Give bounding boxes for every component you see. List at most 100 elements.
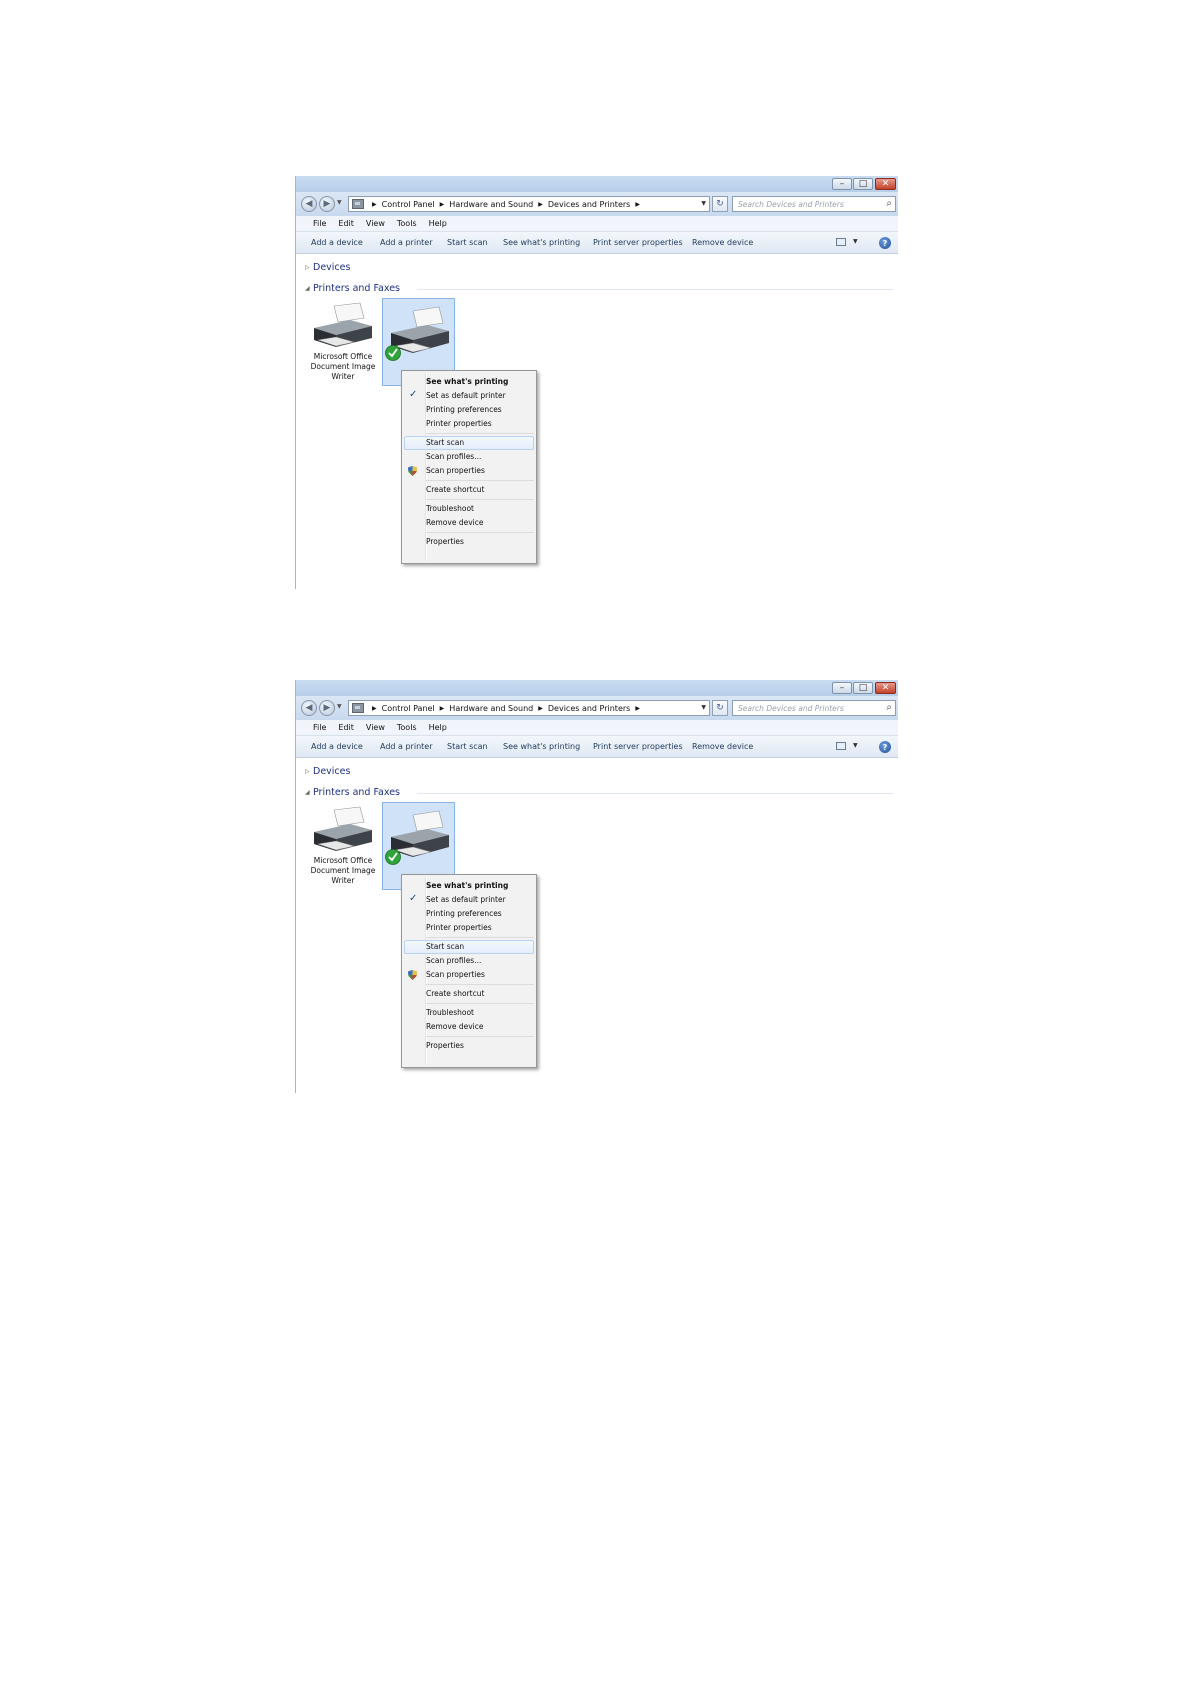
view-options-dropdown[interactable]: ▼ <box>853 238 858 245</box>
device-document-image-writer[interactable]: Microsoft Office Document Image Writer <box>306 302 380 382</box>
refresh-button[interactable]: ↻ <box>712 196 728 212</box>
menu-item-scan-profiles[interactable]: Scan profiles... <box>404 450 534 464</box>
menu-item-printer-properties[interactable]: Printer properties <box>404 921 534 935</box>
menu-item-properties[interactable]: Properties <box>404 535 534 549</box>
menu-item-printing-preferences[interactable]: Printing preferences <box>404 907 534 921</box>
maximize-button[interactable]: □ <box>853 178 873 190</box>
address-dropdown[interactable]: ▼ <box>701 704 706 711</box>
chevron-right-icon[interactable]: ▶ <box>440 201 445 208</box>
recent-pages-dropdown[interactable]: ▼ <box>337 703 342 710</box>
menu-help[interactable]: Help <box>423 219 453 228</box>
menu-item-scan-properties[interactable]: Scan properties <box>404 968 534 982</box>
search-icon[interactable]: ⌕ <box>886 702 892 714</box>
back-button[interactable]: ◀ <box>301 700 317 716</box>
minimize-button[interactable]: – <box>832 682 852 694</box>
menu-item-remove-device[interactable]: Remove device <box>404 1020 534 1034</box>
breadcrumb-control-panel[interactable]: Control Panel <box>382 200 435 209</box>
chevron-right-icon[interactable]: ▶ <box>635 201 640 208</box>
chevron-right-icon[interactable]: ▶ <box>372 705 377 712</box>
forward-button[interactable]: ▶ <box>319 196 335 212</box>
start-scan-button[interactable]: Start scan <box>447 238 488 247</box>
print-server-properties-button[interactable]: Print server properties <box>593 238 683 247</box>
address-bar[interactable]: ▶ Control Panel ▶ Hardware and Sound ▶ D… <box>348 196 710 212</box>
collapse-icon[interactable]: ◢ <box>305 285 313 292</box>
add-device-button[interactable]: Add a device <box>311 238 363 247</box>
menu-item-set-as-default-printer[interactable]: ✓ Set as default printer <box>404 389 534 403</box>
menu-item-printing-preferences[interactable]: Printing preferences <box>404 403 534 417</box>
remove-device-button[interactable]: Remove device <box>692 742 753 751</box>
search-box[interactable]: ⌕ <box>732 196 896 212</box>
minimize-button[interactable]: – <box>832 178 852 190</box>
chevron-right-icon[interactable]: ▶ <box>538 705 543 712</box>
search-box[interactable]: ⌕ <box>732 700 896 716</box>
forward-button[interactable]: ▶ <box>319 700 335 716</box>
add-device-button[interactable]: Add a device <box>311 742 363 751</box>
menu-item-printer-properties[interactable]: Printer properties <box>404 417 534 431</box>
recent-pages-dropdown[interactable]: ▼ <box>337 199 342 206</box>
view-options-dropdown[interactable]: ▼ <box>853 742 858 749</box>
chevron-right-icon[interactable]: ▶ <box>372 201 377 208</box>
menu-item-scan-profiles[interactable]: Scan profiles... <box>404 954 534 968</box>
device-document-image-writer[interactable]: Microsoft Office Document Image Writer <box>306 806 380 886</box>
search-input[interactable] <box>733 701 878 715</box>
maximize-button[interactable]: □ <box>853 682 873 694</box>
menu-tools[interactable]: Tools <box>391 723 423 732</box>
expand-icon[interactable]: ▷ <box>305 768 313 775</box>
menu-edit[interactable]: Edit <box>332 219 360 228</box>
change-view-icon[interactable] <box>836 238 846 246</box>
change-view-icon[interactable] <box>836 742 846 750</box>
remove-device-button[interactable]: Remove device <box>692 238 753 247</box>
help-icon[interactable]: ? <box>879 741 891 753</box>
divider <box>417 289 893 290</box>
menu-item-properties[interactable]: Properties <box>404 1039 534 1053</box>
menu-view[interactable]: View <box>360 723 391 732</box>
back-button[interactable]: ◀ <box>301 196 317 212</box>
breadcrumb-devices-and-printers[interactable]: Devices and Printers <box>548 704 630 713</box>
expand-icon[interactable]: ▷ <box>305 264 313 271</box>
see-whats-printing-button[interactable]: See what's printing <box>503 238 580 247</box>
menu-item-troubleshoot[interactable]: Troubleshoot <box>404 1006 534 1020</box>
group-devices[interactable]: ▷ Devices <box>305 766 350 777</box>
menu-item-create-shortcut[interactable]: Create shortcut <box>404 987 534 1001</box>
refresh-button[interactable]: ↻ <box>712 700 728 716</box>
see-whats-printing-button[interactable]: See what's printing <box>503 742 580 751</box>
group-devices[interactable]: ▷ Devices <box>305 262 350 273</box>
help-icon[interactable]: ? <box>879 237 891 249</box>
menu-file[interactable]: File <box>296 723 332 732</box>
menu-item-remove-device[interactable]: Remove device <box>404 516 534 530</box>
group-printers-and-faxes[interactable]: ◢ Printers and Faxes <box>305 283 893 294</box>
menu-edit[interactable]: Edit <box>332 723 360 732</box>
breadcrumb-hardware-and-sound[interactable]: Hardware and Sound <box>449 704 533 713</box>
add-printer-button[interactable]: Add a printer <box>380 742 432 751</box>
add-printer-button[interactable]: Add a printer <box>380 238 432 247</box>
menu-tools[interactable]: Tools <box>391 219 423 228</box>
breadcrumb-control-panel[interactable]: Control Panel <box>382 704 435 713</box>
chevron-right-icon[interactable]: ▶ <box>440 705 445 712</box>
menu-view[interactable]: View <box>360 219 391 228</box>
menu-file[interactable]: File <box>296 219 332 228</box>
menu-item-start-scan[interactable]: Start scan <box>404 436 534 450</box>
address-bar[interactable]: ▶ Control Panel ▶ Hardware and Sound ▶ D… <box>348 700 710 716</box>
menu-help[interactable]: Help <box>423 723 453 732</box>
menu-item-start-scan[interactable]: Start scan <box>404 940 534 954</box>
close-button[interactable]: ✕ <box>875 682 896 694</box>
close-button[interactable]: ✕ <box>875 178 896 190</box>
context-menu: See what's printing ✓ Set as default prin… <box>401 370 537 564</box>
start-scan-button[interactable]: Start scan <box>447 742 488 751</box>
chevron-right-icon[interactable]: ▶ <box>538 201 543 208</box>
breadcrumb-devices-and-printers[interactable]: Devices and Printers <box>548 200 630 209</box>
search-icon[interactable]: ⌕ <box>886 198 892 210</box>
group-printers-and-faxes[interactable]: ◢ Printers and Faxes <box>305 787 893 798</box>
print-server-properties-button[interactable]: Print server properties <box>593 742 683 751</box>
menu-item-set-as-default-printer[interactable]: ✓ Set as default printer <box>404 893 534 907</box>
menu-item-create-shortcut[interactable]: Create shortcut <box>404 483 534 497</box>
menu-item-see-whats-printing[interactable]: See what's printing <box>404 879 534 893</box>
search-input[interactable] <box>733 197 878 211</box>
menu-item-scan-properties[interactable]: Scan properties <box>404 464 534 478</box>
menu-item-troubleshoot[interactable]: Troubleshoot <box>404 502 534 516</box>
collapse-icon[interactable]: ◢ <box>305 789 313 796</box>
breadcrumb-hardware-and-sound[interactable]: Hardware and Sound <box>449 200 533 209</box>
address-dropdown[interactable]: ▼ <box>701 200 706 207</box>
chevron-right-icon[interactable]: ▶ <box>635 705 640 712</box>
menu-item-see-whats-printing[interactable]: See what's printing <box>404 375 534 389</box>
